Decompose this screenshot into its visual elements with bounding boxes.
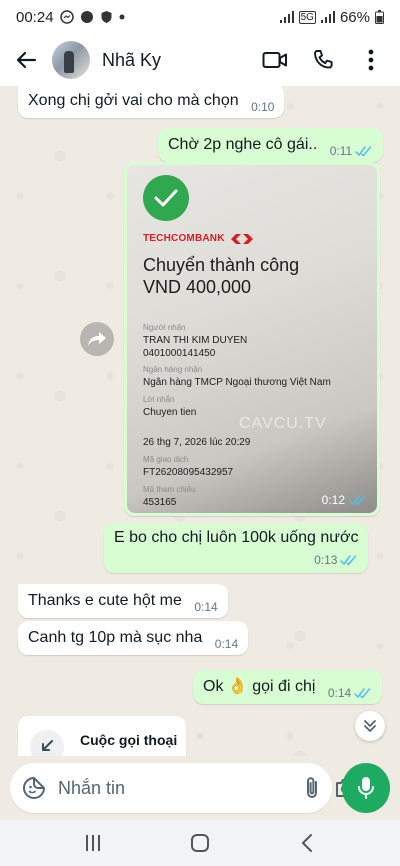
- techcombank-logo-icon: [230, 233, 253, 244]
- message-time: 0:11: [329, 144, 353, 158]
- message-time: 0:14: [327, 686, 352, 700]
- back-button[interactable]: [8, 42, 44, 78]
- bank-brand: TECHCOMBANK: [143, 233, 253, 244]
- message-text: Ok 👌 gọi đi chị: [203, 678, 316, 695]
- battery-icon: [375, 10, 384, 24]
- home-icon: [190, 834, 209, 852]
- message-time: 0:14: [194, 600, 218, 614]
- double-check-icon: [349, 494, 367, 506]
- avatar[interactable]: [52, 41, 90, 79]
- recipient-label: Người nhận: [143, 323, 186, 332]
- cell-signal-icon: [279, 11, 294, 23]
- more-vert-icon: [368, 49, 374, 71]
- message-outgoing[interactable]: Chờ 2p nghe cô gái.. 0:11: [158, 128, 384, 162]
- bank-receipt-image[interactable]: TECHCOMBANK Chuyển thành công VND 400,00…: [127, 165, 377, 513]
- recent-apps-icon: [86, 835, 101, 851]
- note-label: Lời nhắn: [143, 395, 175, 404]
- double-check-icon: [355, 145, 373, 157]
- message-outgoing[interactable]: Ok 👌 gọi đi chị 0:14: [193, 670, 383, 704]
- message-text: Canh tg 10p mà sục nha: [28, 629, 203, 646]
- transfer-note: Chuyen tien: [143, 407, 197, 418]
- sticker-icon: [23, 776, 46, 799]
- cell-signal-icon-2: [320, 11, 335, 23]
- input-pill: [10, 763, 356, 813]
- voice-call-card[interactable]: Cuộc gọi thoại: [18, 716, 186, 756]
- image-message[interactable]: TECHCOMBANK Chuyển thành công VND 400,00…: [124, 162, 380, 516]
- message-composer: [0, 756, 400, 820]
- home-button[interactable]: [180, 828, 220, 858]
- network-type: 5G: [298, 10, 316, 24]
- message-incoming[interactable]: Xong chị gởi vai cho mà chọn 0:10: [18, 86, 285, 118]
- message-text: E bo cho chị luôn 100k uống nước: [114, 529, 359, 546]
- status-bar: 00:24 5G 66%: [0, 0, 400, 34]
- voice-call-button[interactable]: [310, 47, 336, 73]
- status-time: 00:24: [16, 8, 54, 26]
- recipient-name: TRAN THI KIM DUYEN: [143, 335, 248, 346]
- missed-call-icon: [30, 730, 64, 756]
- system-nav-bar: [0, 820, 400, 866]
- signal-notification-icon: [80, 10, 94, 24]
- receipt-title: Chuyển thành công: [143, 255, 300, 275]
- forward-icon: [88, 332, 106, 346]
- message-time: 0:12: [321, 493, 345, 507]
- messenger-notification-icon: [59, 10, 74, 24]
- back-chevron-icon: [301, 834, 312, 852]
- dot-notification-icon: [119, 14, 125, 20]
- chat-header: Nhã Ky: [0, 34, 400, 86]
- double-check-icon: [340, 554, 358, 566]
- receiving-bank: Ngân hàng TMCP Ngoại thương Việt Nam: [143, 377, 331, 388]
- message-input[interactable]: [58, 777, 290, 799]
- more-options-button[interactable]: [358, 47, 384, 73]
- message-outgoing[interactable]: E bo cho chị luôn 100k uống nước 0:13: [104, 523, 369, 573]
- message-text: Thanks e cute hột me: [28, 592, 182, 609]
- shield-notification-icon: [100, 10, 113, 24]
- microphone-icon: [358, 777, 374, 799]
- message-time: 0:10: [251, 100, 275, 114]
- account-number: 0401000141450: [143, 348, 216, 359]
- back-arrow-icon: [16, 51, 37, 69]
- receipt-amount: VND 400,000: [143, 277, 252, 297]
- voice-message-button[interactable]: [342, 763, 390, 813]
- paperclip-icon: [307, 777, 317, 798]
- message-incoming[interactable]: Canh tg 10p mà sục nha 0:14: [18, 621, 249, 655]
- ref-label: Mã tham chiếu: [143, 485, 196, 494]
- double-check-icon: [354, 687, 372, 699]
- chevron-double-down-icon: [364, 720, 376, 732]
- watermark: CAVCU.TV: [239, 415, 327, 432]
- bank-label: Ngân hàng nhận: [143, 365, 203, 374]
- reference-id: 453165: [143, 497, 177, 508]
- chat-area[interactable]: Xong chị gởi vai cho mà chọn 0:10 Chờ 2p…: [0, 86, 400, 756]
- video-call-button[interactable]: [262, 47, 288, 73]
- back-nav-button[interactable]: [287, 828, 327, 858]
- recent-apps-button[interactable]: [73, 828, 113, 858]
- transfer-date: 26 thg 7, 2026 lúc 20:29: [143, 437, 251, 448]
- forward-button[interactable]: [80, 322, 114, 356]
- check-circle-icon: [143, 175, 189, 221]
- message-incoming[interactable]: Thanks e cute hột me 0:14: [18, 584, 228, 618]
- call-title: Cuộc gọi thoại: [80, 732, 178, 748]
- message-text: Xong chị gởi vai cho mà chọn: [28, 92, 239, 109]
- video-call-icon: [262, 52, 287, 68]
- attach-button[interactable]: [304, 774, 320, 802]
- txn-label: Mã giao dịch: [143, 455, 189, 464]
- bank-name: TECHCOMBANK: [143, 233, 225, 244]
- message-time: 0:13: [314, 553, 338, 567]
- transaction-id: FT26208095432957: [143, 467, 234, 478]
- message-time: 0:14: [214, 637, 239, 651]
- phone-icon: [314, 50, 333, 69]
- message-text: Chờ 2p nghe cô gái..: [168, 136, 318, 153]
- contact-name[interactable]: Nhã Ky: [102, 50, 161, 71]
- scroll-to-bottom-button[interactable]: [355, 711, 385, 741]
- sticker-button[interactable]: [22, 776, 46, 800]
- battery-percent: 66%: [339, 8, 370, 26]
